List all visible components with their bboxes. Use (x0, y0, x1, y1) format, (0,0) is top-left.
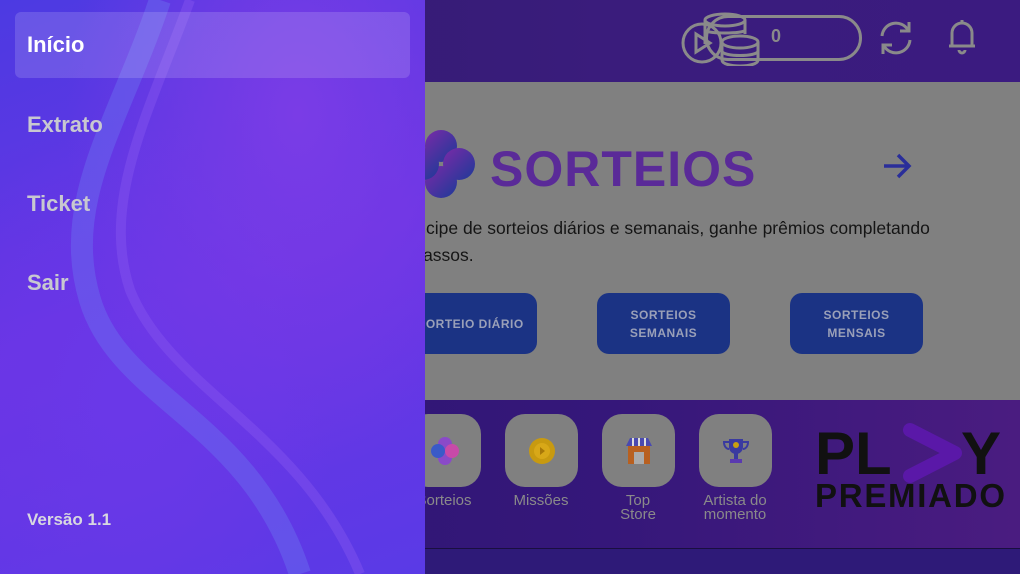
shortcut-label: Artista do momento (703, 492, 767, 523)
svg-text:PREMIADO: PREMIADO (815, 477, 1005, 513)
weekly-draw-button[interactable]: SORTEIOS SEMANAIS (597, 293, 730, 354)
shortcut-top-store[interactable] (602, 414, 675, 487)
balance-display[interactable] (705, 15, 862, 61)
play-premiado-logo: PL Y PREMIADO (815, 420, 1005, 513)
refresh-icon[interactable] (876, 18, 916, 58)
sorteios-description: Participe de sorteios diários e semanais… (390, 218, 930, 265)
shortcut-artista[interactable] (699, 414, 772, 487)
trophy-icon (722, 438, 749, 463)
menu-item-ticket[interactable]: Ticket (15, 171, 410, 237)
shortcut-label: Missões (513, 492, 569, 509)
app-version: Versão 1.1 (27, 510, 112, 529)
navigation-drawer: Início Extrato Ticket Sair Versão 1.1 (0, 0, 425, 574)
coin-icon (528, 437, 555, 464)
store-icon (625, 437, 652, 464)
sorteios-title: SORTEIOS (490, 141, 757, 197)
shortcut-missoes[interactable] (505, 414, 578, 487)
arrow-right-icon[interactable] (882, 152, 912, 180)
shortcut-label: Top Store (620, 492, 656, 523)
menu-item-extrato[interactable]: Extrato (15, 92, 410, 158)
clover-icon (430, 436, 459, 465)
monthly-draw-button[interactable]: SORTEIOS MENSAIS (790, 293, 923, 354)
balance-value: 0 (771, 26, 782, 46)
menu-item-inicio[interactable]: Início (15, 12, 410, 78)
bell-icon[interactable] (942, 16, 982, 56)
menu-item-sair[interactable]: Sair (15, 250, 410, 316)
